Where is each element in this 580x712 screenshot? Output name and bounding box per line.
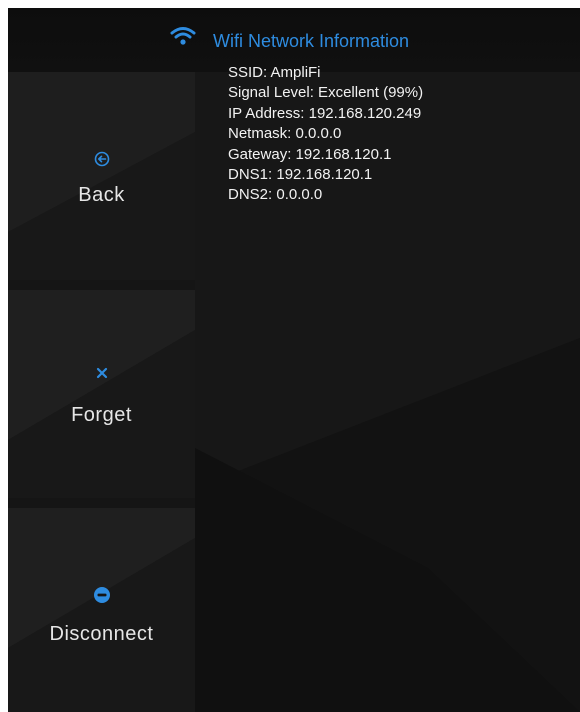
forget-button-label: Forget (71, 404, 132, 426)
network-info-list: SSID: AmpliFi Signal Level: Excellent (9… (228, 63, 423, 206)
button-background (8, 508, 195, 712)
minus-circle-icon (8, 586, 195, 609)
dns2-text: DNS2: 0.0.0.0 (228, 186, 323, 204)
ip-address-text: IP Address: 192.168.120.249 (228, 104, 422, 122)
button-background (8, 290, 195, 498)
sidebar: Back Forget Disconnect (8, 72, 195, 712)
button-background (8, 72, 195, 280)
close-icon (8, 366, 195, 384)
dns1-text: DNS1: 192.168.120.1 (228, 166, 373, 184)
netmask-text: Netmask: 0.0.0.0 (228, 125, 342, 143)
disconnect-button-label: Disconnect (49, 623, 154, 645)
wifi-info-screen: Wifi Network Information Back Forget Dis… (8, 8, 580, 712)
gateway-text: Gateway: 192.168.120.1 (228, 145, 392, 163)
wifi-icon (170, 27, 196, 45)
back-button[interactable]: Back (8, 72, 195, 280)
signal-level-text: Signal Level: Excellent (99%) (228, 84, 424, 102)
arrow-left-circle-icon (8, 151, 195, 172)
back-button-label: Back (78, 184, 125, 206)
forget-button[interactable]: Forget (8, 290, 195, 498)
ssid-text: SSID: AmpliFi (228, 64, 321, 81)
page-title: Wifi Network Information (213, 31, 410, 51)
disconnect-button[interactable]: Disconnect (8, 508, 195, 712)
